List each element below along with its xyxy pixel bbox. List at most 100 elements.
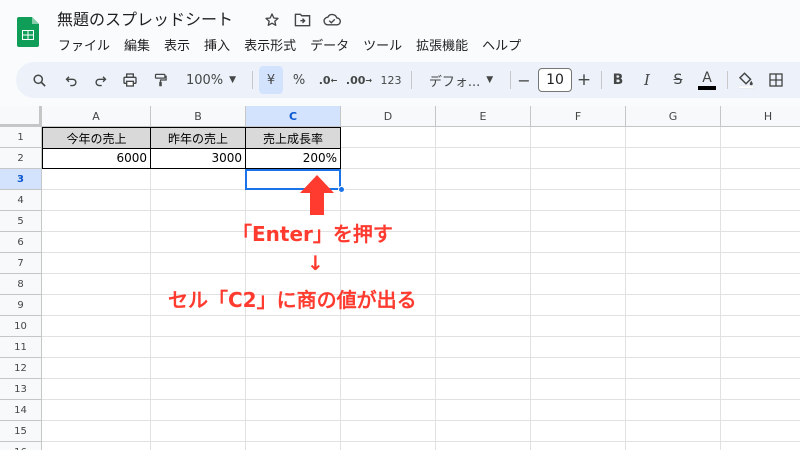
increase-decimal-button[interactable]: .00 → [345,62,373,98]
star-icon[interactable] [262,10,282,30]
sheets-logo[interactable] [17,17,39,47]
cloud-saved-icon[interactable] [322,10,342,30]
cell-a1[interactable]: 今年の売上 [42,127,151,149]
row-header[interactable]: 14 [0,400,42,421]
grid-line [530,127,531,450]
menu-view[interactable]: 表示 [157,35,197,54]
grid-line [42,210,800,211]
text-color-bar [698,85,716,90]
grid-line [435,127,436,450]
grid-line [625,127,626,450]
row-header[interactable]: 9 [0,295,42,316]
menu-format[interactable]: 表示形式 [237,35,303,54]
grid-line [42,378,800,379]
column-header-c[interactable]: C [246,106,341,127]
column-header-d[interactable]: D [341,106,436,127]
menu-data[interactable]: データ [303,35,356,54]
menu-help[interactable]: ヘルプ [475,35,528,54]
grid-line [42,189,800,190]
grid-line [42,420,800,421]
font-family-value: デフォ... [428,74,481,90]
menu-insert[interactable]: 挿入 [197,35,237,54]
row-header[interactable]: 8 [0,274,42,295]
menu-bar: ファイル 編集 表示 挿入 表示形式 データ ツール 拡張機能 ヘルプ [51,34,528,54]
grid-line [720,127,721,450]
increase-font-size-button[interactable]: + [574,62,594,98]
fill-handle[interactable] [338,186,345,193]
row-header[interactable]: 11 [0,337,42,358]
search-menus-icon[interactable] [26,62,52,98]
grid-line [42,252,800,253]
text-color-button[interactable]: A [695,62,719,98]
row-header[interactable]: 13 [0,379,42,400]
grid-line [42,231,800,232]
annotation-step2: セル「C2」に商の値が出る [168,288,417,312]
row-header[interactable]: 15 [0,421,42,442]
chevron-down-icon: ▼ [229,75,237,85]
row-header[interactable]: 5 [0,211,42,232]
cell-b1[interactable]: 昨年の売上 [150,127,246,149]
cell-c2[interactable]: 200% [246,148,340,168]
spreadsheet-grid[interactable]: A B C D E F G H 1 2 3 4 5 6 7 8 9 10 11 … [0,106,800,450]
column-header-h[interactable]: H [721,106,800,127]
menu-extensions[interactable]: 拡張機能 [409,35,475,54]
data-range-border [42,148,341,149]
fill-color-icon[interactable] [733,62,759,98]
annotation-step1: 「Enter」を押す [232,222,393,246]
decrease-font-size-button[interactable]: − [514,62,534,98]
chevron-down-icon: ▼ [486,75,494,85]
column-header-a[interactable]: A [42,106,151,127]
grid-line [42,336,800,337]
strikethrough-button[interactable]: S [667,62,689,98]
grid-line [42,441,800,442]
row-header[interactable]: 7 [0,253,42,274]
zoom-select[interactable]: 100% ▼ [178,62,244,98]
row-header[interactable]: 6 [0,232,42,253]
bold-button[interactable]: B [607,62,629,98]
column-header-f[interactable]: F [531,106,626,127]
format-currency-button[interactable]: ¥ [259,66,283,94]
menu-file[interactable]: ファイル [51,35,117,54]
increase-decimal-label: .00 [345,73,366,87]
grid-line [42,273,800,274]
italic-button[interactable]: I [636,62,658,98]
row-header[interactable]: 16 [0,442,42,450]
print-icon[interactable] [117,62,143,98]
menu-tools[interactable]: ツール [356,35,409,54]
move-to-folder-icon[interactable] [292,10,312,30]
column-header-b[interactable]: B [151,106,246,127]
undo-icon[interactable] [58,62,84,98]
row-header[interactable]: 10 [0,316,42,337]
row-header[interactable]: 3 [0,169,42,190]
row-header[interactable]: 2 [0,148,42,169]
toolbar: 100% ▼ ¥ % .0 ← .00 → 123 デフォ... ▼ − 10 + … [16,62,800,98]
document-title[interactable]: 無題のスプレッドシート [57,9,233,31]
toolbar-divider [411,71,412,89]
toolbar-divider [601,71,602,89]
grid-line [42,294,800,295]
cell-c1[interactable]: 売上成長率 [245,127,341,149]
row-header[interactable]: 12 [0,358,42,379]
font-family-select[interactable]: デフォ... ▼ [418,62,504,98]
more-formats-button[interactable]: 123 [378,62,404,98]
grid-line [42,315,800,316]
grid-line [42,168,800,169]
format-percent-button[interactable]: % [288,62,310,98]
toolbar-divider [252,71,253,89]
zoom-value: 100% [185,72,224,88]
column-header-e[interactable]: E [436,106,531,127]
row-header[interactable]: 4 [0,190,42,211]
row-header[interactable]: 1 [0,127,42,148]
cell-a2[interactable]: 6000 [43,148,150,168]
borders-icon[interactable] [763,62,789,98]
decrease-decimal-button[interactable]: .0 ← [315,62,341,98]
paint-format-icon[interactable] [147,62,173,98]
redo-icon[interactable] [87,62,113,98]
decrease-decimal-label: .0 [318,73,331,87]
select-all-corner[interactable] [0,106,42,127]
column-header-g[interactable]: G [626,106,721,127]
menu-edit[interactable]: 編集 [117,35,157,54]
grid-line [150,127,151,450]
cell-b2[interactable]: 3000 [151,148,245,168]
font-size-input[interactable]: 10 [538,68,572,92]
